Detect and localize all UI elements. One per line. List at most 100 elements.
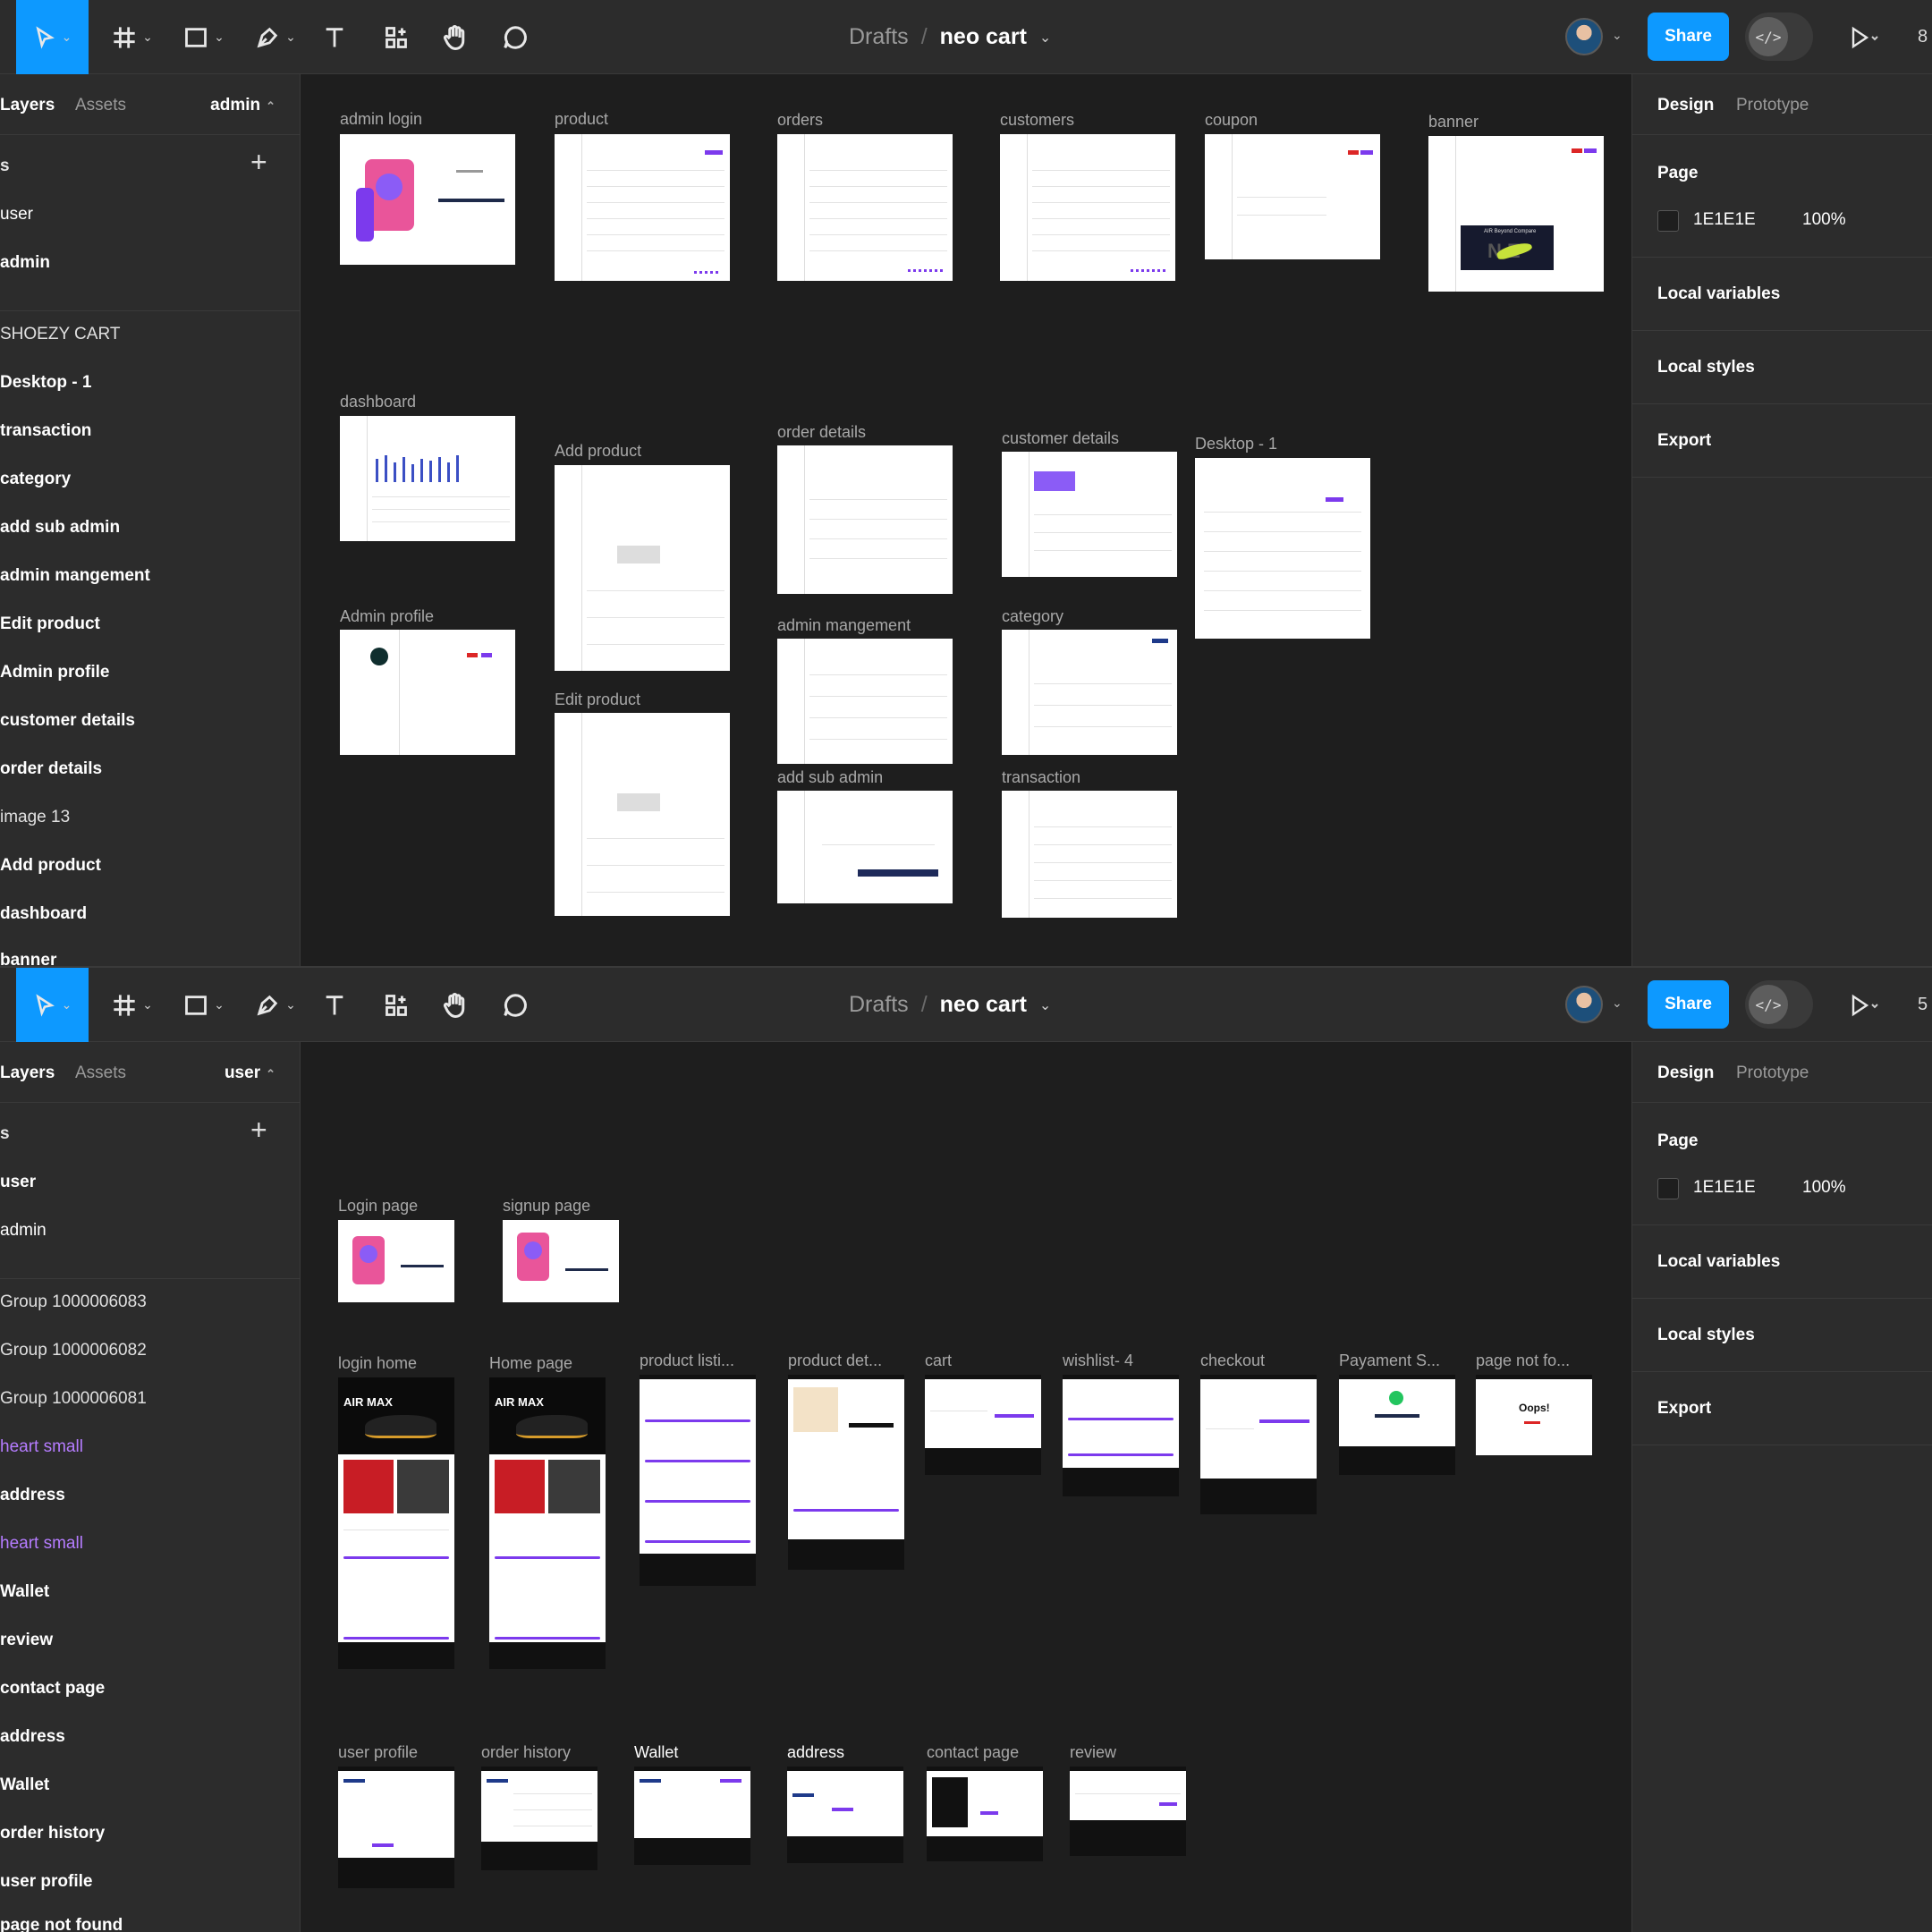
tab-layers[interactable]: Layers	[0, 1063, 55, 1083]
comment-tool-button[interactable]	[497, 0, 533, 74]
layer-item[interactable]: Group 1000006083	[0, 1292, 147, 1312]
tab-design[interactable]: Design	[1657, 96, 1714, 115]
export-button[interactable]: Export	[1657, 431, 1711, 451]
layer-item[interactable]: SHOEZY CART	[0, 325, 120, 344]
frame-add-product[interactable]	[555, 465, 730, 671]
layer-item[interactable]: contact page	[0, 1679, 105, 1699]
text-tool-button[interactable]	[318, 0, 351, 74]
local-styles-button[interactable]: Local styles	[1657, 1326, 1755, 1345]
shape-tool-button[interactable]: ⌄	[177, 0, 231, 74]
local-variables-button[interactable]: Local variables	[1657, 284, 1780, 304]
add-page-icon[interactable]: +	[250, 146, 267, 179]
frame-tool-button[interactable]: ⌄	[106, 968, 159, 1042]
layer-item[interactable]: category	[0, 470, 71, 489]
frame-label[interactable]: order history	[481, 1743, 571, 1762]
layer-item[interactable]: image 13	[0, 808, 70, 827]
frame-label[interactable]: Admin profile	[340, 607, 434, 626]
export-button[interactable]: Export	[1657, 1399, 1711, 1419]
frame-label[interactable]: admin mangement	[777, 616, 911, 635]
file-name[interactable]: neo cart	[940, 24, 1027, 50]
frame-category[interactable]	[1002, 630, 1177, 755]
page-selector[interactable]: user ⌃	[225, 1063, 275, 1083]
frame-label[interactable]: Add product	[555, 442, 641, 461]
frame-label[interactable]: signup page	[503, 1197, 590, 1216]
file-breadcrumb[interactable]: Drafts / neo cart ⌄	[849, 0, 1051, 74]
pen-tool-button[interactable]: ⌄	[249, 0, 302, 74]
chevron-down-icon[interactable]: ⌄	[1039, 29, 1051, 47]
background-color-hex[interactable]: 1E1E1E	[1693, 210, 1756, 230]
chevron-down-icon[interactable]: ⌄	[1039, 996, 1051, 1014]
frame-product-listing[interactable]	[640, 1375, 756, 1586]
frame-label[interactable]: add sub admin	[777, 768, 883, 787]
resources-tool-button[interactable]	[379, 0, 413, 74]
move-tool-button[interactable]: ⌄	[16, 0, 89, 74]
local-variables-button[interactable]: Local variables	[1657, 1252, 1780, 1272]
hand-tool-button[interactable]	[438, 968, 472, 1042]
frame-login-home[interactable]: AIR MAX	[338, 1377, 454, 1669]
layer-item[interactable]: page not found	[0, 1916, 123, 1932]
frame-address[interactable]	[787, 1767, 903, 1863]
drafts-link[interactable]: Drafts	[849, 24, 909, 50]
frame-label[interactable]: address	[787, 1743, 844, 1762]
layer-item[interactable]: add sub admin	[0, 518, 120, 538]
frame-label[interactable]: product listi...	[640, 1352, 734, 1370]
frame-product[interactable]	[555, 134, 730, 281]
add-page-icon[interactable]: +	[250, 1114, 267, 1147]
frame-order-details[interactable]	[777, 445, 953, 594]
background-opacity[interactable]: 100%	[1802, 1178, 1846, 1198]
zoom-level[interactable]: 5	[1918, 995, 1928, 1015]
frame-label[interactable]: coupon	[1205, 111, 1258, 130]
frame-label[interactable]: contact page	[927, 1743, 1019, 1762]
frame-label[interactable]: customers	[1000, 111, 1074, 130]
pen-tool-button[interactable]: ⌄	[249, 968, 302, 1042]
frame-label[interactable]: order details	[777, 423, 866, 442]
frame-payment-success[interactable]	[1339, 1375, 1455, 1475]
frame-user-profile[interactable]	[338, 1767, 454, 1888]
frame-label[interactable]: customer details	[1002, 429, 1119, 448]
frame-cart[interactable]	[925, 1375, 1041, 1475]
tab-prototype[interactable]: Prototype	[1736, 96, 1809, 115]
frame-desktop-1[interactable]	[1195, 458, 1370, 639]
frame-label[interactable]: user profile	[338, 1743, 418, 1762]
frame-coupon[interactable]	[1205, 134, 1380, 259]
layer-item[interactable]: transaction	[0, 421, 91, 441]
frame-banner[interactable]: AIR Beyond Compare N E	[1428, 136, 1604, 292]
hand-tool-button[interactable]	[438, 0, 472, 74]
layer-item[interactable]: address	[0, 1727, 65, 1747]
share-button[interactable]: Share	[1648, 980, 1729, 1029]
frame-label[interactable]: orders	[777, 111, 823, 130]
avatar[interactable]	[1565, 18, 1603, 55]
layer-item[interactable]: Group 1000006082	[0, 1341, 147, 1360]
layer-item[interactable]: order details	[0, 759, 102, 779]
frame-contact-page[interactable]	[927, 1767, 1043, 1861]
frame-edit-product[interactable]	[555, 713, 730, 916]
background-color-hex[interactable]: 1E1E1E	[1693, 1178, 1756, 1198]
layer-item[interactable]: admin mangement	[0, 566, 150, 586]
resources-tool-button[interactable]	[379, 968, 413, 1042]
page-item-user[interactable]: user	[0, 1173, 36, 1192]
frame-orders[interactable]	[777, 134, 953, 281]
frame-login-page[interactable]	[338, 1220, 454, 1302]
frame-customers[interactable]	[1000, 134, 1175, 281]
frame-tool-button[interactable]: ⌄	[106, 0, 159, 74]
page-item-user[interactable]: user	[0, 205, 33, 225]
layer-item[interactable]: order history	[0, 1824, 105, 1843]
frame-customer-details[interactable]	[1002, 452, 1177, 577]
tab-design[interactable]: Design	[1657, 1063, 1714, 1083]
text-tool-button[interactable]	[318, 968, 351, 1042]
frame-label[interactable]: admin login	[340, 110, 422, 129]
layer-item[interactable]: dashboard	[0, 904, 87, 924]
layer-item[interactable]: Edit product	[0, 614, 100, 634]
chevron-down-icon[interactable]: ⌄	[1612, 996, 1623, 1011]
frame-dashboard[interactable]	[340, 416, 515, 541]
frame-label[interactable]: cart	[925, 1352, 952, 1370]
layer-item[interactable]: Group 1000006081	[0, 1389, 147, 1409]
zoom-level[interactable]: 8	[1918, 27, 1928, 47]
frame-label[interactable]: Login page	[338, 1197, 418, 1216]
frame-wallet[interactable]	[634, 1767, 750, 1865]
present-button[interactable]	[1843, 20, 1878, 60]
background-color-swatch[interactable]	[1657, 1178, 1679, 1199]
canvas[interactable]: Login page signup page login home AIR MA…	[301, 1043, 1631, 1932]
layer-item[interactable]: Admin profile	[0, 663, 109, 682]
frame-page-not-found[interactable]: Oops!	[1476, 1375, 1592, 1455]
